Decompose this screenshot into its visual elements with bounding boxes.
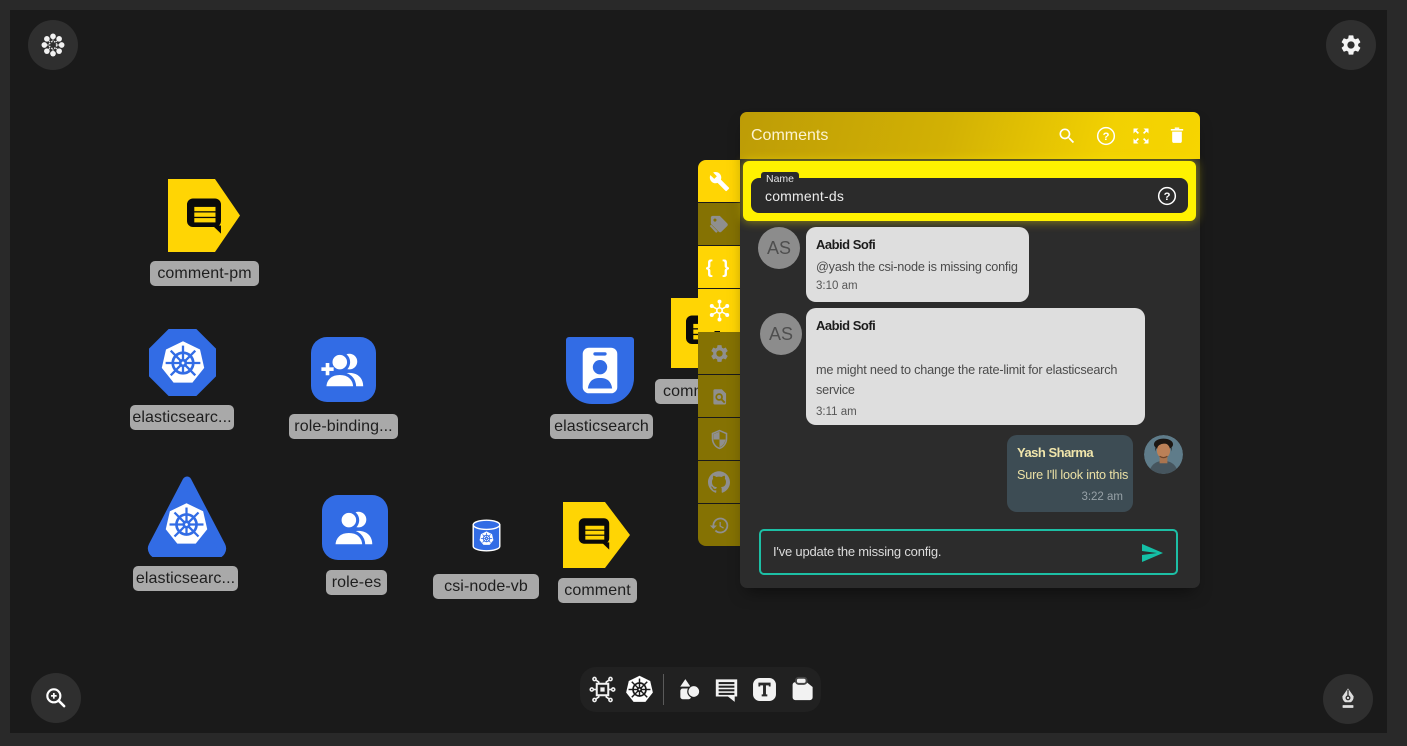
svg-text:?: ? [1164, 191, 1171, 203]
svg-text:?: ? [1103, 131, 1110, 143]
